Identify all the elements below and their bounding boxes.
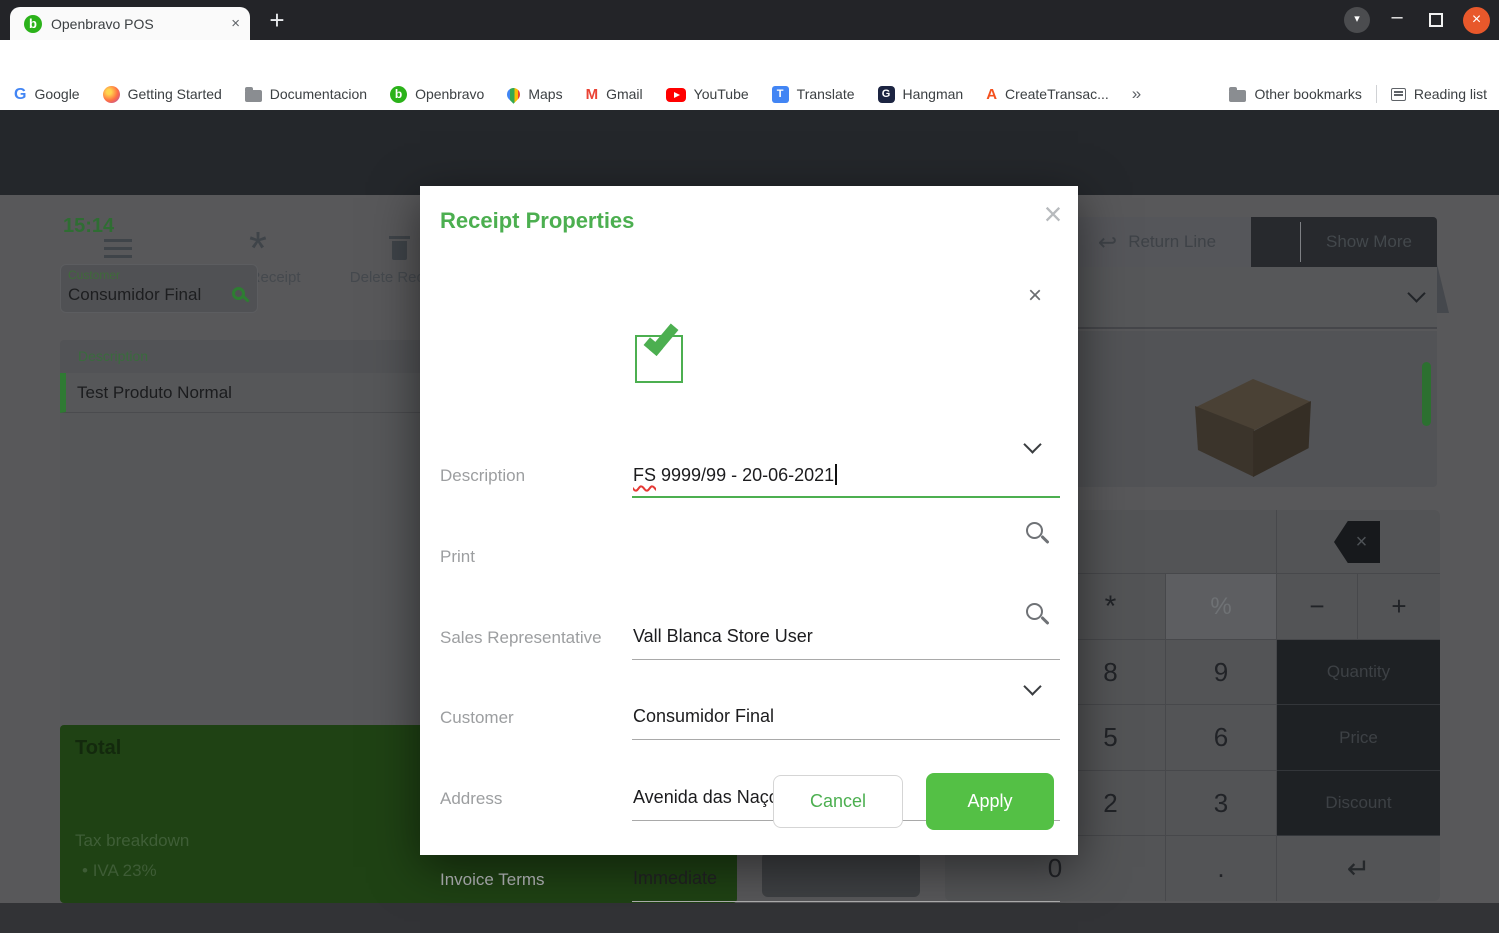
bookmark-hangman[interactable]: G Hangman [877,85,963,103]
folder-icon [1229,87,1247,102]
invoice-terms-label: Invoice Terms [440,870,545,889]
reading-list-icon [1390,88,1406,101]
window-titlebar: b Openbravo POS × + ▾ – × [0,0,1499,40]
customer-search-icon[interactable] [1026,522,1043,544]
modal-title: Receipt Properties [440,208,635,233]
plus-key[interactable]: + [1358,574,1440,640]
apply-button[interactable]: Apply [926,773,1054,830]
customer-search-box[interactable]: Customer Consumidor Final [60,264,258,313]
bookmark-google[interactable]: G Google [14,86,80,103]
checkmark-icon [643,319,679,356]
reading-list-button[interactable]: Reading list [1390,86,1487,102]
discount-key[interactable]: Discount [1277,771,1440,836]
print-checkbox[interactable] [635,319,683,383]
sales-rep-underline [632,634,1060,660]
customer-search-icon[interactable] [232,287,245,300]
customer-underline [632,714,1060,740]
backspace-icon: × [1355,531,1368,553]
invoice-terms-chevron-icon[interactable] [1023,677,1042,698]
translate-icon: T [771,85,789,103]
bookmark-documentacion[interactable]: Documentacion [244,86,367,102]
bookmark-youtube[interactable]: YouTube [665,86,749,102]
pos-toolbar: Menu * New Receipt Delete Receipt -100.0… [0,110,1499,313]
receipt-properties-modal: Receipt Properties × Description FS 9999… [420,186,1078,902]
bookmarks-overflow-icon[interactable]: » [1132,84,1141,104]
window-maximize-button[interactable] [1429,13,1443,27]
digit-9-key[interactable]: 9 [1166,640,1277,705]
product-box-image [1195,379,1311,477]
sales-rep-chevron-icon[interactable] [1023,435,1042,456]
customer-label: Customer [440,708,514,727]
keypad-display-right: × [1277,510,1440,574]
window-close-button[interactable]: × [1463,7,1490,34]
description-label: Description [440,466,526,485]
bookmark-getting-started[interactable]: Getting Started [102,85,222,103]
tax-breakdown-label: Tax breakdown [75,831,190,850]
scrollbar[interactable] [1422,362,1431,426]
folder-icon [244,87,262,102]
tab-close-icon[interactable]: × [231,15,240,32]
trash-icon [388,236,410,260]
price-key[interactable]: Price [1277,705,1440,771]
window-menu-caret-icon[interactable]: ▾ [1344,7,1370,33]
enter-key[interactable]: ↵ [1277,836,1440,901]
address-search-icon[interactable] [1026,603,1043,625]
tab-title: Openbravo POS [51,15,154,32]
browser-tab[interactable]: b Openbravo POS × [10,7,250,40]
minus-key[interactable]: − [1277,574,1358,640]
undo-arrow-icon: ↩ [1097,229,1118,255]
maps-pin-icon [504,85,524,104]
openbravo-favicon-icon: b [24,14,42,33]
bookmark-openbravo[interactable]: b Openbravo [390,85,484,103]
tax-line: IVA 23% [82,861,157,881]
description-underline [632,472,1060,498]
quantity-key[interactable]: Quantity [1277,640,1440,705]
customer-box-value: Consumidor Final [68,285,202,304]
asterisk-icon: * [249,222,267,274]
screen: b Openbravo POS × + ▾ – × ← → ↻ portugal… [0,0,1499,933]
menu-icon [104,238,132,258]
digit-3-key[interactable]: 3 [1166,771,1277,836]
bookmark-gmail[interactable]: M Gmail [586,86,643,103]
return-line-button[interactable]: ↩ Return Line [1063,217,1251,267]
percent-key[interactable]: % [1166,574,1277,640]
openbravo-icon: b [390,85,408,103]
sales-rep-label: Sales Representative [440,628,602,647]
modal-close-icon[interactable]: × [1035,196,1071,233]
window-minimize-button[interactable]: – [1383,4,1411,32]
firefox-icon [102,85,120,103]
cancel-button[interactable]: Cancel [773,775,903,828]
bookmarks-bar: G Google Getting Started Documentacion bO… [0,78,1499,110]
address-label: Address [440,789,503,808]
browser-navbar: ← → ↻ portugal-certification-20q3.rm.ope… [0,40,1499,114]
other-bookmarks-button[interactable]: Other bookmarks [1229,86,1362,102]
backspace-key[interactable]: × [1334,521,1380,563]
chevron-down-icon[interactable] [1407,284,1426,303]
bookmark-createtransac[interactable]: A CreateTransac... [986,86,1109,103]
total-label: Total [75,737,122,759]
bookmark-maps[interactable]: Maps [504,85,563,104]
youtube-icon [665,88,686,102]
decimal-point-key[interactable]: . [1166,836,1277,901]
google-icon: G [14,85,27,103]
clear-description-icon[interactable]: × [1028,282,1042,310]
print-label: Print [440,547,475,566]
customer-box-label: Customer [68,268,121,282]
digit-6-key[interactable]: 6 [1166,705,1277,771]
bookmarks-right-group: Other bookmarks Reading list [1229,78,1487,110]
new-tab-button[interactable]: + [260,3,294,37]
bottom-strip [0,903,1499,933]
clock-time: 15:14 [63,215,115,237]
gmail-icon: M [585,85,599,103]
show-more-button[interactable]: Show More [1301,217,1437,267]
createtransac-icon: A [986,85,998,103]
divider [1375,85,1377,103]
hangman-icon: G [877,85,895,103]
bookmark-translate[interactable]: T Translate [771,85,855,103]
invoice-terms-underline [632,876,1060,902]
